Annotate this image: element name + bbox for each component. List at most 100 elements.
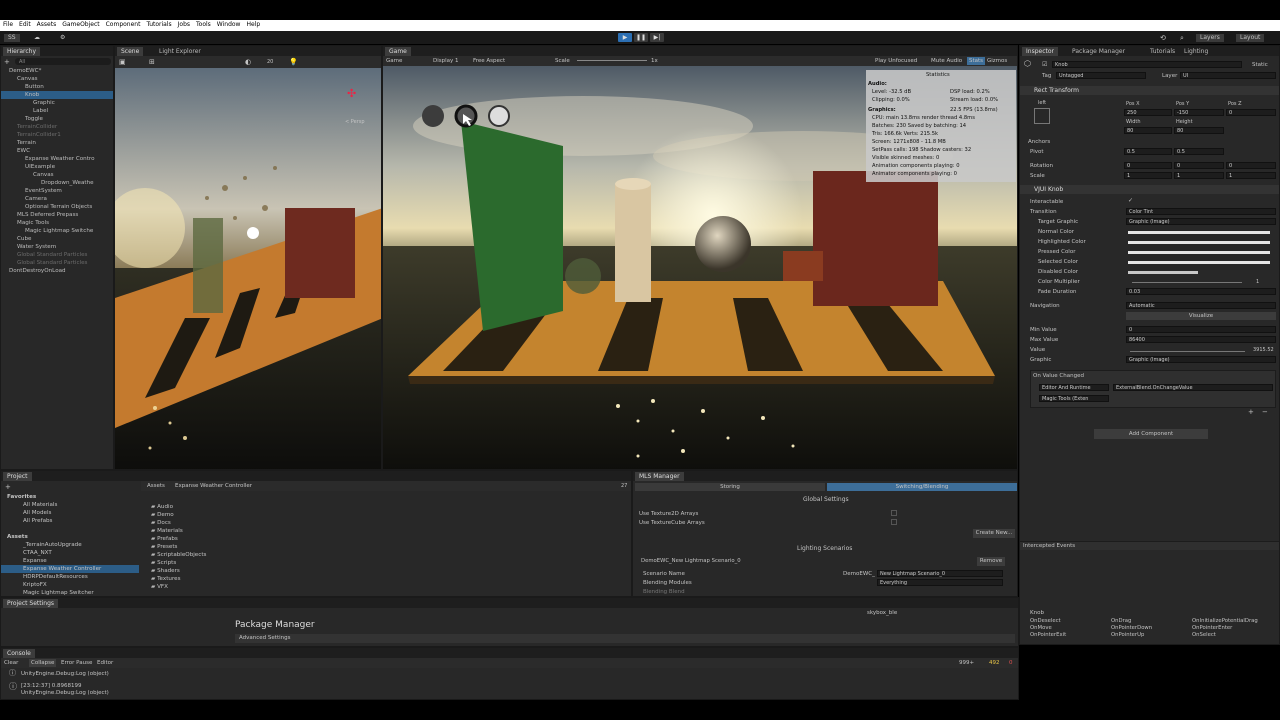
folder-item[interactable]: ▰ Shaders: [151, 567, 180, 575]
anchors-foldout[interactable]: Anchors: [1028, 138, 1050, 146]
hierarchy-item[interactable]: Cube: [1, 235, 113, 243]
asset-folder[interactable]: Expanse: [23, 557, 47, 565]
add-icon[interactable]: +: [4, 58, 10, 66]
pivot-x-field[interactable]: 0.5: [1124, 148, 1172, 155]
remove-event-icon[interactable]: −: [1262, 408, 1268, 416]
ui-toggle[interactable]: [488, 105, 510, 127]
hierarchy-item[interactable]: Toggle: [1, 115, 113, 123]
search-icon[interactable]: ⌕: [1180, 34, 1184, 42]
clear-button[interactable]: Clear: [4, 659, 18, 667]
hierarchy-item[interactable]: Camera: [1, 195, 113, 203]
grid-size[interactable]: 20: [267, 58, 273, 66]
height-field[interactable]: 80: [1174, 127, 1224, 134]
log-count[interactable]: 999+: [959, 659, 974, 667]
folder-item[interactable]: ▰ VFX: [151, 583, 168, 591]
folder-item[interactable]: ▰ Textures: [151, 575, 180, 583]
hierarchy-item[interactable]: Expanse Weather Contro: [1, 155, 113, 163]
create-new-button[interactable]: Create New...: [973, 529, 1015, 538]
tab-inspector[interactable]: Inspector: [1022, 47, 1058, 56]
storing-tab[interactable]: Storing: [635, 483, 825, 491]
menu-edit[interactable]: Edit: [16, 20, 34, 29]
hierarchy-item[interactable]: EventSystem: [1, 187, 113, 195]
hierarchy-item[interactable]: Knob: [1, 91, 113, 99]
shading-icon[interactable]: ◐: [245, 58, 251, 66]
menu-window[interactable]: Window: [214, 20, 244, 29]
scale-x-field[interactable]: 1: [1124, 172, 1172, 179]
tab-light-explorer[interactable]: Light Explorer: [155, 47, 205, 56]
runtime-dropdown[interactable]: Editor And Runtime: [1039, 384, 1109, 391]
static-toggle[interactable]: Static: [1252, 61, 1268, 69]
folder-item[interactable]: ▰ ScriptableObjects: [151, 551, 206, 559]
tag-dropdown[interactable]: Untagged: [1056, 72, 1146, 79]
hierarchy-item[interactable]: Terrain: [1, 139, 113, 147]
assets-folder[interactable]: Assets: [7, 533, 28, 541]
rotation-z-field[interactable]: 0: [1226, 162, 1276, 169]
pos-z-field[interactable]: 0: [1226, 109, 1276, 116]
pressed-color-swatch[interactable]: [1128, 251, 1270, 254]
scale-z-field[interactable]: 1: [1226, 172, 1276, 179]
menu-file[interactable]: File: [0, 20, 16, 29]
hierarchy-item[interactable]: Global Standard Particles: [1, 259, 113, 267]
tab-hierarchy[interactable]: Hierarchy: [3, 47, 41, 56]
menu-tutorials[interactable]: Tutorials: [143, 20, 174, 29]
asset-folder[interactable]: HDRPDefaultResources: [23, 573, 88, 581]
folder-item[interactable]: ▰ Audio: [151, 503, 173, 511]
texture2d-checkbox[interactable]: [891, 510, 897, 516]
breadcrumb-root[interactable]: Assets: [147, 482, 165, 490]
folder-item[interactable]: ▰ Prefabs: [151, 535, 178, 543]
tab-tutorials[interactable]: Tutorials: [1146, 47, 1179, 56]
collapse-toggle[interactable]: Collapse: [29, 659, 57, 667]
interactable-checkbox[interactable]: ✓: [1128, 197, 1133, 205]
add-event-icon[interactable]: +: [1248, 408, 1254, 416]
hierarchy-item[interactable]: UIExample: [1, 163, 113, 171]
navigation-dropdown[interactable]: Automatic: [1126, 302, 1276, 309]
asset-folder[interactable]: Magic Lightmap Switcher: [23, 589, 94, 596]
graphic-field[interactable]: Graphic (Image): [1126, 356, 1276, 363]
menu-assets[interactable]: Assets: [34, 20, 60, 29]
hierarchy-item[interactable]: Water System: [1, 243, 113, 251]
max-value-field[interactable]: 86400: [1126, 336, 1276, 343]
scenario-name-field[interactable]: New Lightmap Scenario_0: [877, 570, 1003, 577]
scenario-title[interactable]: DemoEWC_New Lightmap Scenario_0: [641, 557, 741, 565]
visualize-button[interactable]: Visualize: [1126, 312, 1276, 320]
hierarchy-item[interactable]: TerrainCollider: [1, 123, 113, 131]
hierarchy-item[interactable]: Magic Lightmap Switche: [1, 227, 113, 235]
folder-item[interactable]: ▰ Scripts: [151, 559, 176, 567]
hierarchy-item[interactable]: Label: [1, 107, 113, 115]
cloud-icon[interactable]: ☁: [34, 34, 40, 42]
scale-y-field[interactable]: 1: [1174, 172, 1224, 179]
folder-item[interactable]: ▰ Materials: [151, 527, 183, 535]
pause-button[interactable]: ❚❚: [634, 33, 648, 42]
disabled-color-swatch[interactable]: [1128, 271, 1198, 274]
function-dropdown[interactable]: ExternalBlend.OnChangeValue: [1113, 384, 1273, 391]
error-count[interactable]: 0: [1009, 659, 1013, 667]
hierarchy-item[interactable]: TerrainCollider1: [1, 131, 113, 139]
pivot-y-field[interactable]: 0.5: [1174, 148, 1224, 155]
event-object-field[interactable]: Magic Tools (Exten: [1039, 395, 1109, 402]
mute-audio-toggle[interactable]: Mute Audio: [931, 57, 962, 65]
menu-component[interactable]: Component: [103, 20, 144, 29]
tab-scene[interactable]: Scene: [117, 47, 144, 56]
advanced-settings-foldout[interactable]: Advanced Settings: [235, 634, 1015, 643]
fade-duration-field[interactable]: 0.03: [1126, 288, 1276, 295]
fav-item[interactable]: All Prefabs: [23, 517, 52, 525]
gizmos-toggle[interactable]: Gizmos: [987, 57, 1007, 65]
menu-help[interactable]: Help: [243, 20, 263, 29]
anchor-preset-button[interactable]: [1034, 108, 1050, 124]
fav-item[interactable]: All Materials: [23, 501, 57, 509]
tab-project-settings[interactable]: Project Settings: [3, 599, 59, 608]
color-multiplier-slider[interactable]: [1132, 282, 1242, 283]
pos-x-field[interactable]: 250: [1124, 109, 1172, 116]
rotation-y-field[interactable]: 0: [1174, 162, 1224, 169]
warning-count[interactable]: 492: [989, 659, 1000, 667]
light-icon[interactable]: 💡: [289, 58, 298, 66]
texturecube-checkbox[interactable]: [891, 519, 897, 525]
value-slider[interactable]: [1130, 351, 1245, 352]
scale-slider[interactable]: [577, 60, 647, 61]
hierarchy-item[interactable]: Global Standard Particles: [1, 251, 113, 259]
hierarchy-item[interactable]: Dropdown_Weathe: [1, 179, 113, 187]
account-button[interactable]: SS: [4, 34, 20, 42]
settings-search[interactable]: skybox_ble: [867, 609, 897, 617]
game-view-dropdown[interactable]: Game: [386, 57, 402, 65]
editor-dropdown[interactable]: Editor: [97, 659, 113, 667]
